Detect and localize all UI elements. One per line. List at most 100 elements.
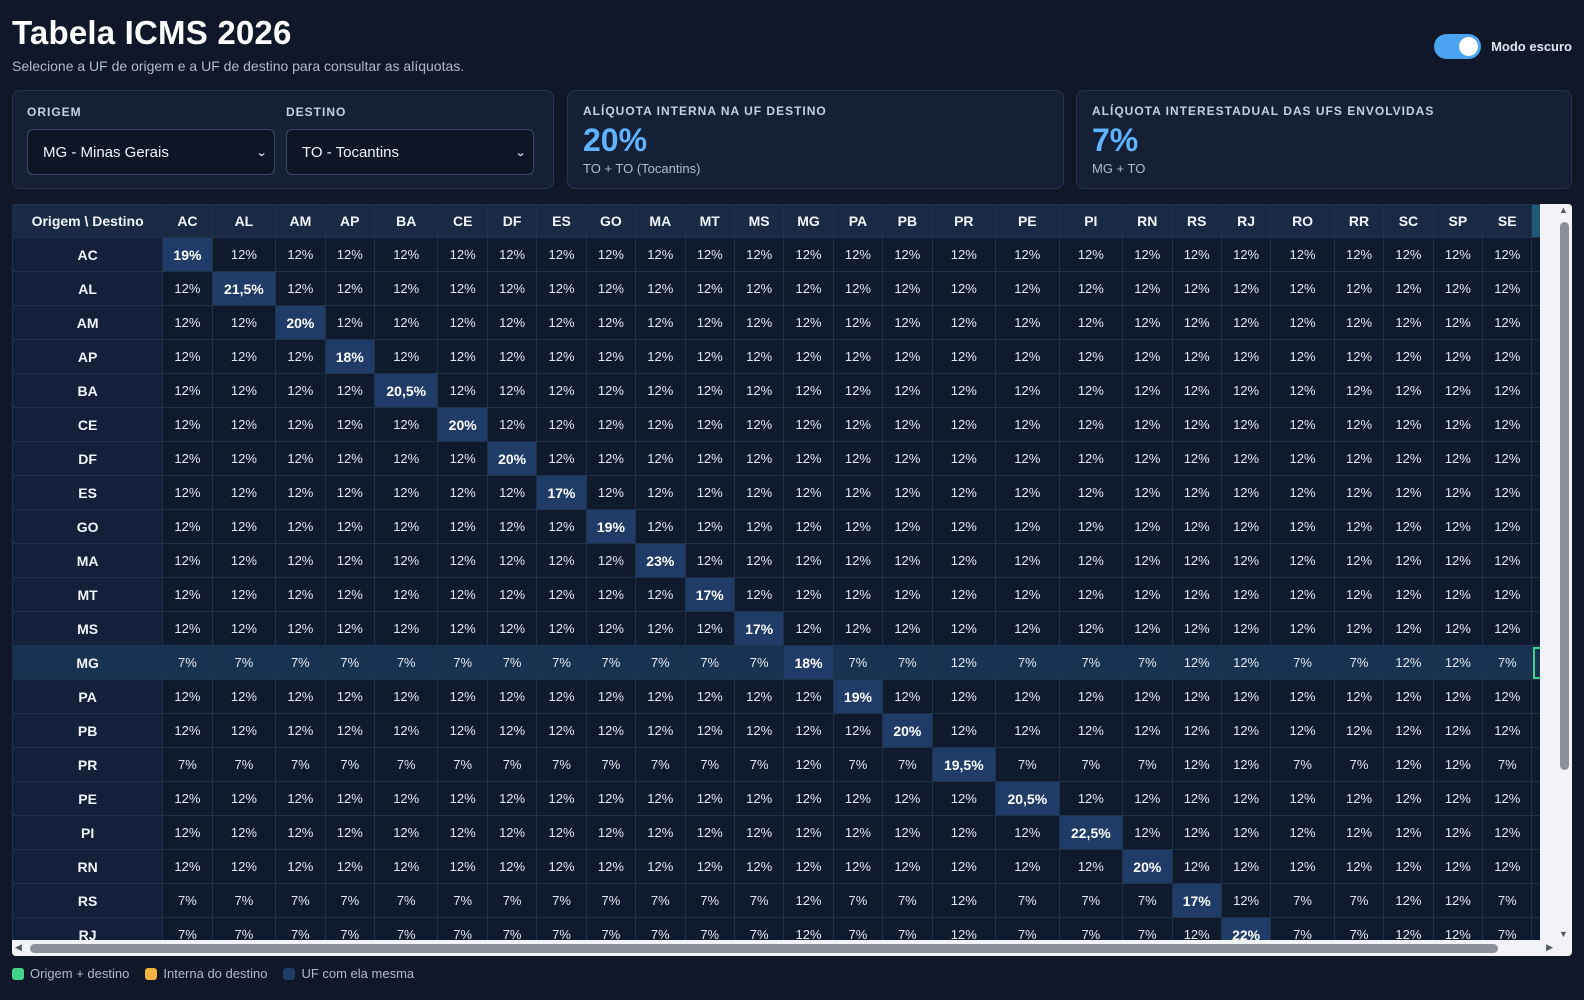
rate-cell[interactable]: 12% — [733, 441, 785, 476]
rate-cell[interactable]: 12% — [1171, 679, 1222, 714]
rate-cell[interactable]: 12% — [1333, 849, 1385, 884]
rate-cell[interactable]: 12% — [162, 713, 213, 748]
rate-cell[interactable]: 12% — [324, 713, 375, 748]
rate-cell[interactable]: 12% — [437, 237, 488, 272]
rate-cell[interactable]: 7% — [437, 883, 488, 918]
rate-cell[interactable]: 7% — [437, 747, 488, 782]
rate-cell[interactable]: 12% — [1122, 815, 1173, 850]
rate-cell[interactable]: 12% — [1220, 849, 1272, 884]
rate-cell[interactable]: 12% — [1171, 441, 1222, 476]
rate-cell[interactable]: 7% — [536, 645, 587, 680]
rate-cell[interactable]: 12% — [437, 713, 488, 748]
rate-cell[interactable]: 12% — [1383, 543, 1434, 578]
rate-cell[interactable]: 12% — [373, 543, 439, 578]
rate-cell[interactable]: 7% — [1531, 645, 1540, 680]
rate-cell[interactable]: 12% — [931, 713, 997, 748]
rate-cell[interactable]: 12% — [373, 815, 439, 850]
rate-cell[interactable]: 12% — [275, 339, 326, 374]
rate-cell[interactable]: 12% — [437, 815, 488, 850]
rate-cell[interactable]: 12% — [162, 849, 213, 884]
rate-cell[interactable]: 12% — [684, 815, 735, 850]
rate-cell[interactable]: 12% — [1482, 305, 1533, 340]
rate-cell[interactable]: 12% — [1122, 271, 1173, 306]
rate-cell[interactable]: 7% — [733, 917, 785, 940]
rate-cell[interactable]: 12% — [486, 271, 538, 306]
rate-cell[interactable]: 7% — [437, 917, 488, 940]
rate-cell[interactable]: 12% — [931, 645, 997, 680]
rate-cell[interactable]: 12% — [1171, 645, 1222, 680]
rate-cell[interactable]: 7% — [684, 645, 735, 680]
rate-cell[interactable]: 12% — [486, 713, 538, 748]
rate-cell[interactable]: 12% — [1432, 883, 1484, 918]
rate-cell[interactable]: 12% — [832, 713, 884, 748]
rate-cell[interactable]: 12% — [783, 781, 834, 816]
rate-cell[interactable]: 12% — [1171, 237, 1222, 272]
rate-cell[interactable]: 12% — [1432, 475, 1484, 510]
rate-cell[interactable]: 12% — [373, 237, 439, 272]
rate-cell[interactable]: 12% — [211, 849, 277, 884]
rate-cell[interactable]: 12% — [275, 849, 326, 884]
rate-cell[interactable]: 12% — [211, 237, 277, 272]
rate-cell[interactable]: 7% — [373, 917, 439, 940]
rate-cell[interactable]: 12% — [437, 781, 488, 816]
rate-cell[interactable]: 12% — [162, 339, 213, 374]
rate-cell[interactable]: 12% — [162, 781, 213, 816]
rate-cell[interactable]: 12% — [536, 271, 587, 306]
rate-cell[interactable]: 12% — [733, 781, 785, 816]
rate-cell[interactable]: 22% — [1220, 917, 1272, 940]
scroll-right-icon[interactable]: ▶ — [1546, 942, 1553, 953]
rate-cell[interactable]: 12% — [995, 339, 1060, 374]
rate-cell[interactable]: 12% — [635, 577, 686, 612]
rate-cell[interactable]: 12% — [832, 339, 884, 374]
rate-cell[interactable]: 7% — [832, 645, 884, 680]
rate-cell[interactable]: 12% — [324, 237, 375, 272]
rate-cell[interactable]: 12% — [324, 373, 375, 408]
rate-cell[interactable]: 7% — [536, 747, 587, 782]
rate-cell[interactable]: 12% — [1122, 407, 1173, 442]
rate-cell[interactable]: 12% — [733, 509, 785, 544]
rate-cell[interactable]: 12% — [211, 713, 277, 748]
rate-cell[interactable]: 7% — [1482, 645, 1533, 680]
rate-cell[interactable]: 12% — [1220, 645, 1272, 680]
rate-cell[interactable]: 12% — [1333, 237, 1385, 272]
rate-cell[interactable]: 12% — [373, 679, 439, 714]
rate-cell[interactable]: 12% — [1220, 611, 1272, 646]
scroll-left-icon[interactable]: ◀ — [15, 942, 22, 953]
rate-cell[interactable]: 12% — [275, 509, 326, 544]
rate-cell[interactable]: 12% — [1058, 305, 1124, 340]
rate-cell[interactable]: 12% — [373, 339, 439, 374]
rate-cell[interactable]: 23% — [635, 543, 686, 578]
rate-cell[interactable]: 7% — [1122, 917, 1173, 940]
rate-cell[interactable]: 12% — [1270, 815, 1335, 850]
rate-cell[interactable]: 7% — [373, 645, 439, 680]
rate-cell[interactable]: 12% — [995, 407, 1060, 442]
rate-cell[interactable]: 12% — [1220, 339, 1272, 374]
rate-cell[interactable]: 12% — [1482, 849, 1533, 884]
rate-cell[interactable]: 12% — [635, 305, 686, 340]
rate-cell[interactable]: 12% — [1482, 237, 1533, 272]
rate-cell[interactable]: 12% — [684, 679, 735, 714]
rate-cell[interactable]: 12% — [536, 373, 587, 408]
rate-cell[interactable]: 12% — [1171, 543, 1222, 578]
rate-cell[interactable]: 7% — [635, 883, 686, 918]
rate-cell[interactable]: 12% — [931, 339, 997, 374]
rate-cell[interactable]: 12% — [1333, 815, 1385, 850]
rate-cell[interactable]: 12% — [882, 407, 933, 442]
rate-cell[interactable]: 12% — [324, 815, 375, 850]
rate-cell[interactable]: 12% — [211, 679, 277, 714]
rate-cell[interactable]: 12% — [783, 747, 834, 782]
rate-cell[interactable]: 12% — [995, 815, 1060, 850]
rate-cell[interactable]: 12% — [1383, 475, 1434, 510]
scroll-down-icon[interactable]: ▼ — [1559, 929, 1568, 939]
rate-cell[interactable]: 12% — [635, 373, 686, 408]
rate-cell[interactable]: 12% — [1383, 271, 1434, 306]
rate-cell[interactable]: 12% — [1270, 509, 1335, 544]
rate-cell[interactable]: 7% — [1270, 883, 1335, 918]
rate-cell[interactable]: 12% — [1270, 577, 1335, 612]
rate-cell[interactable]: 12% — [1270, 713, 1335, 748]
rate-cell[interactable]: 12% — [1270, 407, 1335, 442]
rate-cell[interactable]: 12% — [1383, 509, 1434, 544]
rate-cell[interactable]: 12% — [783, 917, 834, 940]
rate-cell[interactable]: 12% — [1270, 339, 1335, 374]
rate-cell[interactable]: 12% — [536, 509, 587, 544]
